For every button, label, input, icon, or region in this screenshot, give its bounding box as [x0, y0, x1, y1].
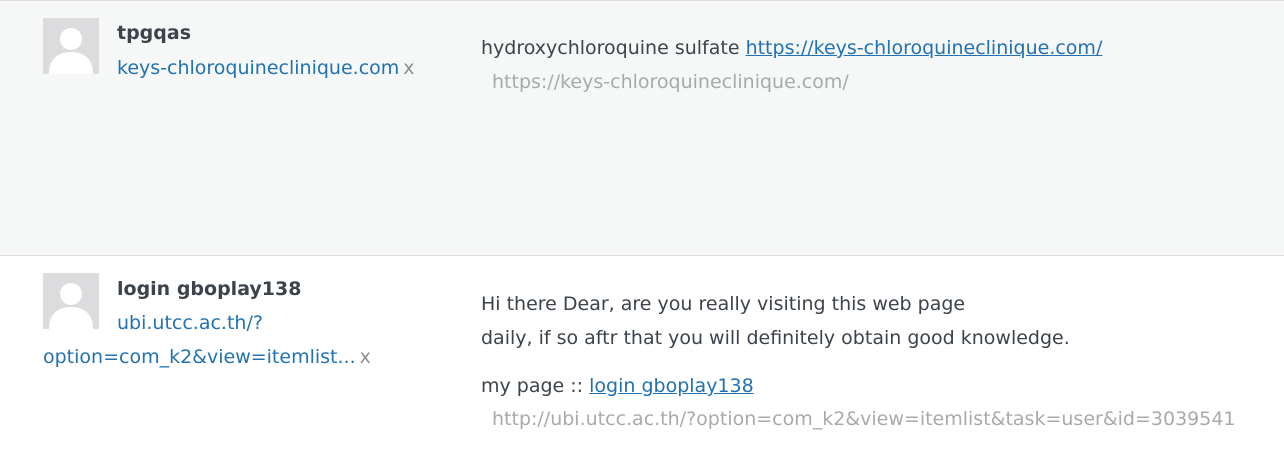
comment-author-url-link[interactable]: keys-chloroquineclinique.com — [117, 57, 399, 79]
comment-author-url-line: keys-chloroquineclinique.com x — [117, 57, 415, 79]
mypage-prefix: my page :: — [481, 375, 590, 397]
comment-author-url-line-continued: option=com_k2&view=itemlist... x — [43, 346, 371, 368]
comment-text: hydroxychloroquine sulfate — [481, 37, 746, 59]
default-avatar-icon — [43, 18, 99, 74]
comment-author-name: tpgqas — [117, 22, 192, 44]
comment-paragraph: hydroxychloroquine sulfate https://keys-… — [481, 31, 1102, 65]
comment-row: login gboplay138 ubi.utcc.ac.th/? option… — [0, 257, 1284, 461]
comment-author-url-link[interactable]: ubi.utcc.ac.th/? — [117, 312, 263, 334]
remove-author-url-button[interactable]: x — [360, 346, 371, 368]
default-avatar-icon — [43, 273, 99, 329]
comment-author-url-line: ubi.utcc.ac.th/? — [117, 312, 263, 334]
comment-author-name: login gboplay138 — [117, 278, 302, 300]
comment-paragraph: Hi there Dear, are you really visiting t… — [481, 287, 1070, 355]
comment-body-link[interactable]: https://keys-chloroquineclinique.com/ — [746, 37, 1103, 59]
comment-text-line: daily, if so aftr that you will definite… — [481, 327, 1070, 349]
comment-row: tpgqas keys-chloroquineclinique.com x hyd… — [0, 1, 1284, 256]
comment-text-line: Hi there Dear, are you really visiting t… — [481, 293, 966, 315]
comment-list: tpgqas keys-chloroquineclinique.com x hyd… — [0, 0, 1284, 461]
remove-author-url-button[interactable]: x — [403, 57, 414, 79]
comment-author-url-link-continued[interactable]: option=com_k2&view=itemlist... — [43, 346, 356, 368]
comment-url-hint: http://ubi.utcc.ac.th/?option=com_k2&vie… — [492, 408, 1236, 430]
comment-url-hint: https://keys-chloroquineclinique.com/ — [492, 71, 849, 93]
mypage-link[interactable]: login gboplay138 — [589, 375, 754, 397]
comment-body: hydroxychloroquine sulfate https://keys-… — [481, 31, 1102, 65]
comment-body: Hi there Dear, are you really visiting t… — [481, 287, 1070, 403]
comment-paragraph-mypage: my page :: login gboplay138 — [481, 369, 1070, 403]
